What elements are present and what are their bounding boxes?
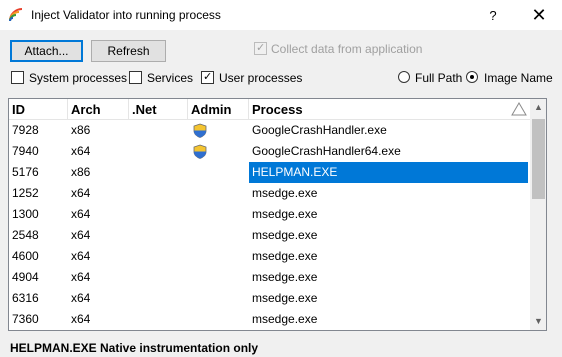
table-row[interactable]: 5176 x86 HELPMAN.EXE xyxy=(9,162,530,183)
cell-arch: x64 xyxy=(71,207,91,221)
sort-ascending-icon xyxy=(511,102,527,116)
column-header-process[interactable]: Process xyxy=(249,99,530,120)
cell-id: 2548 xyxy=(12,228,39,242)
cell-arch: x64 xyxy=(71,144,91,158)
cell-process: GoogleCrashHandler.exe xyxy=(252,123,387,137)
window-title: Inject Validator into running process xyxy=(31,8,221,22)
cell-admin xyxy=(188,162,249,183)
cell-id: 1300 xyxy=(12,207,39,221)
cell-process: msedge.exe xyxy=(252,228,318,242)
cell-arch: x64 xyxy=(71,270,91,284)
cell-id: 1252 xyxy=(12,186,39,200)
cell-net xyxy=(129,267,188,288)
table-row[interactable]: 4600 x64 msedge.exe xyxy=(9,246,530,267)
cell-id: 7940 xyxy=(12,144,39,158)
column-header-id[interactable]: ID xyxy=(9,99,68,120)
cell-admin xyxy=(188,309,249,330)
cell-admin xyxy=(188,183,249,204)
cell-arch: x64 xyxy=(71,312,91,326)
user-processes-checkbox[interactable]: ✓ xyxy=(201,71,214,84)
scrollbar-thumb[interactable] xyxy=(532,119,545,199)
cell-arch: x64 xyxy=(71,291,91,305)
cell-process: msedge.exe xyxy=(252,186,318,200)
cell-process: HELPMAN.EXE xyxy=(249,162,528,183)
cell-admin xyxy=(188,204,249,225)
uac-shield-icon xyxy=(193,144,207,159)
cell-id: 5176 xyxy=(12,165,39,179)
services-checkbox[interactable] xyxy=(129,71,142,84)
cell-process: GoogleCrashHandler64.exe xyxy=(252,144,401,158)
title-bar: Inject Validator into running process ? … xyxy=(0,0,562,31)
cell-process: msedge.exe xyxy=(252,312,318,326)
cell-admin xyxy=(188,120,249,141)
cell-net xyxy=(129,141,188,162)
attach-button[interactable]: Attach... xyxy=(10,40,83,62)
cell-arch: x64 xyxy=(71,186,91,200)
table-row[interactable]: 7360 x64 msedge.exe xyxy=(9,309,530,330)
cell-arch: x86 xyxy=(71,123,91,137)
status-text: HELPMAN.EXE Native instrumentation only xyxy=(10,341,259,355)
column-header-admin[interactable]: Admin xyxy=(188,99,249,120)
cell-arch: x86 xyxy=(71,165,91,179)
collect-data-label: Collect data from application xyxy=(271,42,423,56)
cell-net xyxy=(129,225,188,246)
cell-id: 7360 xyxy=(12,312,39,326)
cell-arch: x64 xyxy=(71,228,91,242)
cell-net xyxy=(129,162,188,183)
refresh-button[interactable]: Refresh xyxy=(91,40,166,62)
cell-process: msedge.exe xyxy=(252,249,318,263)
column-header-net[interactable]: .Net xyxy=(129,99,188,120)
image-name-label: Image Name xyxy=(484,71,553,85)
system-processes-label: System processes xyxy=(29,71,128,85)
scroll-down-arrow-icon[interactable]: ▼ xyxy=(530,313,546,330)
process-list[interactable]: ID Arch .Net Admin Process 7928 x86 Google… xyxy=(8,98,547,331)
table-row[interactable]: 2548 x64 msedge.exe xyxy=(9,225,530,246)
cell-admin xyxy=(188,141,249,162)
cell-process: msedge.exe xyxy=(252,207,318,221)
cell-net xyxy=(129,204,188,225)
user-processes-label: User processes xyxy=(219,71,303,85)
table-row[interactable]: 1252 x64 msedge.exe xyxy=(9,183,530,204)
table-row[interactable]: 6316 x64 msedge.exe xyxy=(9,288,530,309)
list-header: ID Arch .Net Admin Process xyxy=(9,99,530,120)
services-label: Services xyxy=(147,71,194,85)
cell-id: 4600 xyxy=(12,249,39,263)
scroll-up-arrow-icon[interactable]: ▲ xyxy=(530,99,546,116)
check-mark-icon: ✓ xyxy=(256,42,266,54)
vertical-scrollbar[interactable]: ▲ ▼ xyxy=(530,99,546,330)
uac-shield-icon xyxy=(193,123,207,138)
cell-net xyxy=(129,183,188,204)
cell-process: msedge.exe xyxy=(252,270,318,284)
table-row[interactable]: 7928 x86 GoogleCrashHandler.exe xyxy=(9,120,530,141)
collect-data-checkbox[interactable]: ✓ xyxy=(254,42,267,55)
system-processes-checkbox[interactable] xyxy=(11,71,24,84)
cell-admin xyxy=(188,288,249,309)
cell-admin xyxy=(188,225,249,246)
help-button[interactable]: ? xyxy=(470,0,516,31)
cell-net xyxy=(129,309,188,330)
cell-id: 6316 xyxy=(12,291,39,305)
cell-net xyxy=(129,288,188,309)
cell-admin xyxy=(188,267,249,288)
check-mark-icon: ✓ xyxy=(203,71,213,83)
cell-id: 4904 xyxy=(12,270,39,284)
cell-id: 7928 xyxy=(12,123,39,137)
image-name-radio[interactable] xyxy=(466,71,478,83)
full-path-label: Full Path xyxy=(415,71,463,85)
app-logo-icon xyxy=(9,8,23,22)
radio-selected-dot xyxy=(470,75,474,79)
cell-net xyxy=(129,120,188,141)
process-rows: 7928 x86 GoogleCrashHandler.exe 7940 x64 Goog… xyxy=(9,120,530,330)
cell-process: msedge.exe xyxy=(252,291,318,305)
cell-net xyxy=(129,246,188,267)
cell-arch: x64 xyxy=(71,249,91,263)
table-row[interactable]: 4904 x64 msedge.exe xyxy=(9,267,530,288)
table-row[interactable]: 1300 x64 msedge.exe xyxy=(9,204,530,225)
cell-admin xyxy=(188,246,249,267)
table-row[interactable]: 7940 x64 GoogleCrashHandler64.exe xyxy=(9,141,530,162)
close-button[interactable]: ✕ xyxy=(516,0,562,31)
full-path-radio[interactable] xyxy=(398,71,410,83)
column-header-arch[interactable]: Arch xyxy=(68,99,129,120)
